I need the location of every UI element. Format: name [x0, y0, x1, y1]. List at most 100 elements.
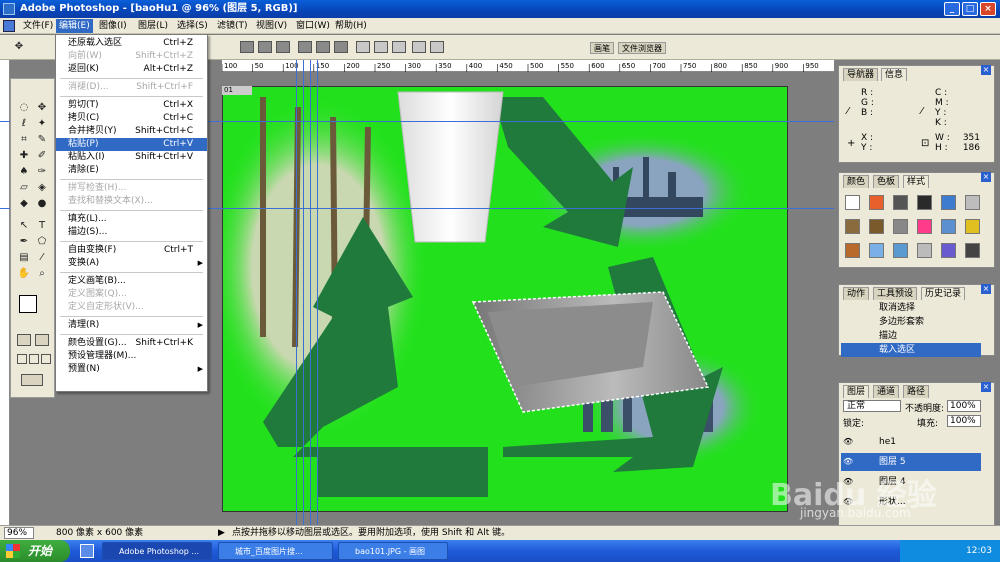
type-tool-icon[interactable]: T [35, 219, 49, 233]
edit-menu-item[interactable]: 描边(S)... [56, 226, 207, 239]
tab-file-browser[interactable]: 文件浏览器 [618, 42, 666, 54]
fill-input[interactable]: 100% [947, 415, 981, 427]
zoom-tool-icon[interactable]: ⌕ [35, 267, 49, 281]
hand-tool-icon[interactable]: ✋ [17, 267, 31, 281]
move-tool-preset-icon[interactable]: ✥ [12, 40, 26, 54]
bucket-tool-icon[interactable]: ◈ [35, 181, 49, 195]
edit-menu-item[interactable]: 粘贴(P) Ctrl+V [56, 138, 207, 151]
distribute-right-icon[interactable] [430, 41, 444, 53]
menu-edit[interactable]: 编辑(E) [56, 19, 93, 33]
distribute-vcenter-icon[interactable] [374, 41, 388, 53]
edit-menu-item[interactable]: 预置(N) ▶ [56, 363, 207, 376]
pen-tool-icon[interactable]: ✒ [17, 235, 31, 249]
menu-help[interactable]: 帮助(H) [332, 19, 370, 33]
style-swatch[interactable] [893, 243, 908, 258]
layer-row[interactable]: 👁 图层 5 [841, 453, 981, 471]
align-left-icon[interactable] [298, 41, 312, 53]
menu-file[interactable]: 文件(F) [20, 19, 56, 33]
history-brush-icon[interactable]: ✑ [35, 165, 49, 179]
style-swatch[interactable] [893, 195, 908, 210]
tab-layers[interactable]: 图层 [843, 385, 870, 398]
panel-close-icon[interactable]: × [981, 172, 991, 182]
layer-group-row[interactable]: 👁 he1 [841, 433, 981, 451]
style-swatch[interactable] [917, 243, 932, 258]
tab-swatches[interactable]: 色板 [873, 175, 900, 188]
distribute-bottom-icon[interactable] [392, 41, 406, 53]
edit-menu-item[interactable]: 变换(A) ▶ [56, 257, 207, 270]
task-paint[interactable]: bao101.JPG - 画图 [338, 542, 448, 560]
edit-menu-item[interactable]: 自由变换(F) Ctrl+T [56, 244, 207, 257]
style-swatch[interactable] [941, 243, 956, 258]
menu-select[interactable]: 选择(S) [174, 19, 211, 33]
shape-tool-icon[interactable]: ⬠ [35, 235, 49, 249]
lasso-tool-icon[interactable]: ℓ [17, 117, 31, 131]
style-swatch[interactable] [917, 195, 932, 210]
style-swatch[interactable] [965, 243, 980, 258]
screen-mode-full-menu-icon[interactable] [29, 354, 39, 364]
style-swatch[interactable] [941, 219, 956, 234]
task-photoshop[interactable]: Adobe Photoshop ... [102, 542, 212, 560]
edit-menu-item[interactable]: 定义画笔(B)... [56, 275, 207, 288]
align-right-icon[interactable] [334, 41, 348, 53]
align-bottom-icon[interactable] [276, 41, 290, 53]
menu-view[interactable]: 视图(V) [253, 19, 290, 33]
edit-menu-item[interactable]: 粘贴入(I) Shift+Ctrl+V [56, 151, 207, 164]
guide-vertical[interactable] [303, 60, 304, 530]
style-swatch[interactable] [965, 219, 980, 234]
style-swatch[interactable] [845, 195, 860, 210]
task-browser[interactable]: 城市_百度图片搜... [218, 542, 333, 560]
blur-tool-icon[interactable]: ◆ [17, 197, 31, 211]
menu-window[interactable]: 窗口(W) [293, 19, 333, 33]
tab-history[interactable]: 历史记录 [921, 287, 966, 300]
brush-tool-icon[interactable]: ✐ [35, 149, 49, 163]
move-tool-icon[interactable]: ✥ [35, 101, 49, 115]
align-top-icon[interactable] [240, 41, 254, 53]
style-swatch[interactable] [893, 219, 908, 234]
style-swatch[interactable] [869, 243, 884, 258]
distribute-left-icon[interactable] [412, 41, 426, 53]
marquee-tool-icon[interactable]: ◌ [17, 101, 31, 115]
edit-menu-item[interactable]: 填充(L)... [56, 213, 207, 226]
panel-close-icon[interactable]: × [981, 382, 991, 392]
edit-menu-item[interactable]: 合并拷贝(Y) Shift+Ctrl+C [56, 125, 207, 138]
blend-mode-select[interactable]: 正常 [843, 400, 901, 412]
visibility-eye-icon[interactable]: 👁 [843, 433, 853, 451]
edit-menu-item[interactable]: 颜色设置(G)... Shift+Ctrl+K [56, 337, 207, 350]
distribute-top-icon[interactable] [356, 41, 370, 53]
document-tab[interactable]: 01 [222, 86, 252, 95]
close-button[interactable]: × [980, 2, 996, 16]
history-item[interactable]: 多边形套索 [841, 315, 981, 329]
menu-image[interactable]: 图像(I) [96, 19, 130, 33]
guide-vertical[interactable] [317, 60, 318, 530]
maximize-button[interactable]: □ [962, 2, 978, 16]
standard-mode-icon[interactable] [17, 334, 31, 346]
tab-color[interactable]: 颜色 [843, 175, 870, 188]
history-item[interactable]: 载入选区 [841, 343, 981, 357]
path-select-icon[interactable]: ↖ [17, 219, 31, 233]
dodge-tool-icon[interactable]: ● [35, 197, 49, 211]
foreground-color-swatch[interactable] [19, 295, 37, 313]
jump-to-imageready-icon[interactable] [21, 374, 43, 386]
style-swatch[interactable] [869, 195, 884, 210]
tab-channels[interactable]: 通道 [873, 385, 900, 398]
quickmask-mode-icon[interactable] [35, 334, 49, 346]
minimize-button[interactable]: _ [944, 2, 960, 16]
healing-brush-icon[interactable]: ✚ [17, 149, 31, 163]
edit-menu-item[interactable]: 拷贝(C) Ctrl+C [56, 112, 207, 125]
slice-tool-icon[interactable]: ✎ [35, 133, 49, 147]
guide-vertical[interactable] [296, 60, 297, 530]
screen-mode-standard-icon[interactable] [17, 354, 27, 364]
history-item[interactable]: 取消选择 [841, 301, 981, 315]
menu-layer[interactable]: 图层(L) [135, 19, 171, 33]
zoom-field[interactable]: 96% [4, 527, 34, 539]
tab-brushes[interactable]: 画笔 [590, 42, 614, 54]
style-swatch[interactable] [845, 243, 860, 258]
tab-navigator[interactable]: 导航器 [843, 68, 879, 81]
edit-menu-item[interactable]: 还原载入选区 Ctrl+Z [56, 37, 207, 50]
eraser-tool-icon[interactable]: ▱ [17, 181, 31, 195]
tab-tool-presets[interactable]: 工具预设 [873, 287, 918, 300]
eyedropper-icon[interactable]: ⁄ [35, 251, 49, 265]
start-button[interactable]: 开始 [0, 540, 70, 562]
align-hcenter-icon[interactable] [316, 41, 330, 53]
style-swatch[interactable] [845, 219, 860, 234]
